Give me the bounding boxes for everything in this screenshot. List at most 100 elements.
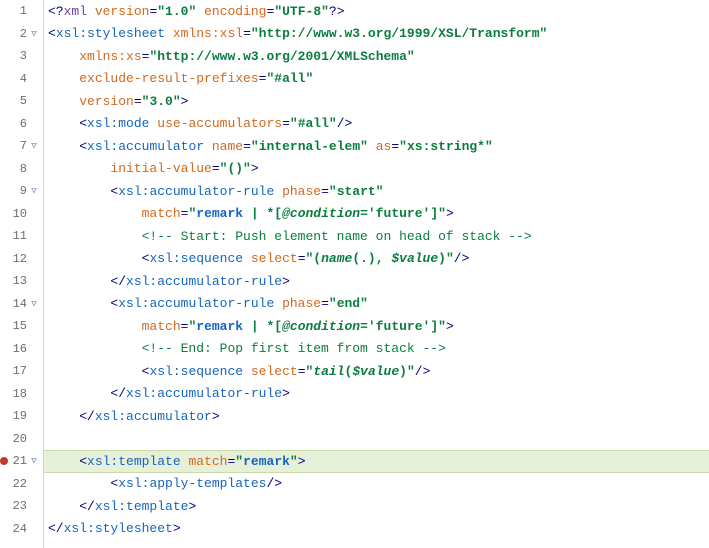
code-line[interactable]: <!-- End: Pop first item from stack -->: [44, 338, 709, 361]
gutter-line[interactable]: 18: [0, 383, 43, 406]
code-token: <: [79, 139, 87, 154]
gutter-line[interactable]: 6: [0, 113, 43, 136]
code-token: tail: [313, 364, 344, 379]
code-token: select: [251, 364, 298, 379]
line-number: 21: [13, 454, 27, 468]
code-token: xsl:accumulator-rule: [118, 184, 274, 199]
code-line[interactable]: </xsl:stylesheet>: [44, 518, 709, 541]
code-line[interactable]: <xsl:accumulator-rule phase="end": [44, 293, 709, 316]
code-token: </: [110, 386, 126, 401]
fold-marker-icon[interactable]: ▽: [29, 29, 39, 39]
gutter-line[interactable]: 20: [0, 428, 43, 451]
code-token: $value: [352, 364, 399, 379]
code-token: <: [48, 26, 56, 41]
line-number: 22: [13, 477, 27, 491]
code-line[interactable]: <xsl:accumulator-rule phase="start": [44, 180, 709, 203]
code-token: =: [259, 71, 267, 86]
code-token: [48, 364, 142, 379]
gutter-line[interactable]: 15: [0, 315, 43, 338]
fold-marker-icon[interactable]: ▽: [29, 456, 39, 466]
code-token: [48, 274, 110, 289]
gutter-line[interactable]: 23: [0, 495, 43, 518]
breakpoint-icon[interactable]: [0, 457, 8, 465]
code-line[interactable]: <xsl:apply-templates/>: [44, 473, 709, 496]
gutter-line[interactable]: 24: [0, 518, 43, 541]
line-number: 18: [13, 387, 27, 401]
line-number: 4: [20, 72, 27, 86]
code-token: initial-value: [110, 161, 211, 176]
code-token: name: [321, 251, 352, 266]
code-token: >: [181, 94, 189, 109]
code-line[interactable]: </xsl:accumulator-rule>: [44, 270, 709, 293]
fold-marker-icon[interactable]: ▽: [29, 186, 39, 196]
code-line[interactable]: <xsl:mode use-accumulators="#all"/>: [44, 113, 709, 136]
code-line[interactable]: </xsl:accumulator>: [44, 405, 709, 428]
code-token: "http://www.w3.org/2001/XMLSchema": [149, 49, 414, 64]
code-token: =: [267, 4, 275, 19]
code-token: xsl:template: [87, 454, 181, 469]
gutter-line[interactable]: 10: [0, 203, 43, 226]
gutter-line[interactable]: 19: [0, 405, 43, 428]
code-token: [48, 139, 79, 154]
line-number: 17: [13, 364, 27, 378]
gutter-line[interactable]: 16: [0, 338, 43, 361]
gutter-line[interactable]: 2▽: [0, 23, 43, 46]
gutter-line[interactable]: 9▽: [0, 180, 43, 203]
code-token: ='future']": [360, 319, 446, 334]
code-line[interactable]: exclude-result-prefixes="#all": [44, 68, 709, 91]
code-token: <: [110, 296, 118, 311]
code-line[interactable]: xmlns:xs="http://www.w3.org/2001/XMLSche…: [44, 45, 709, 68]
code-token: xsl:accumulator-rule: [118, 296, 274, 311]
code-token: xsl:stylesheet: [56, 26, 165, 41]
gutter-line[interactable]: 12: [0, 248, 43, 271]
code-line[interactable]: <xsl:sequence select="tail($value)"/>: [44, 360, 709, 383]
code-editor: 12▽34567▽89▽1011121314▽15161718192021▽22…: [0, 0, 709, 548]
fold-marker-icon[interactable]: ▽: [29, 299, 39, 309]
code-token: [196, 4, 204, 19]
gutter-line[interactable]: 11: [0, 225, 43, 248]
gutter-line[interactable]: 7▽: [0, 135, 43, 158]
code-token: | *[: [243, 319, 282, 334]
code-line[interactable]: </xsl:template>: [44, 495, 709, 518]
line-number: 12: [13, 252, 27, 266]
gutter-line[interactable]: 21▽: [0, 450, 43, 473]
gutter-line[interactable]: 14▽: [0, 293, 43, 316]
code-line[interactable]: <xsl:sequence select="(name(.), $value)"…: [44, 248, 709, 271]
gutter-line[interactable]: 13: [0, 270, 43, 293]
code-token: phase: [282, 184, 321, 199]
gutter-line[interactable]: 5: [0, 90, 43, 113]
line-number: 7: [20, 139, 27, 153]
code-token: >: [446, 206, 454, 221]
gutter-line[interactable]: 1: [0, 0, 43, 23]
code-line[interactable]: <!-- Start: Push element name on head of…: [44, 225, 709, 248]
code-line[interactable]: <xsl:accumulator name="internal-elem" as…: [44, 135, 709, 158]
code-area[interactable]: <?xml version="1.0" encoding="UTF-8"?><x…: [44, 0, 709, 548]
fold-marker-icon[interactable]: ▽: [29, 141, 39, 151]
code-line[interactable]: match="remark | *[@condition='future']">: [44, 203, 709, 226]
line-number: 1: [20, 4, 27, 18]
code-token: >: [298, 454, 306, 469]
code-line[interactable]: <xsl:template match="remark">: [44, 450, 709, 473]
gutter-line[interactable]: 22: [0, 473, 43, 496]
code-line[interactable]: <xsl:stylesheet xmlns:xsl="http://www.w3…: [44, 23, 709, 46]
code-line[interactable]: [44, 428, 709, 451]
line-number: 24: [13, 522, 27, 536]
code-line[interactable]: match="remark | *[@condition='future']">: [44, 315, 709, 338]
gutter-line[interactable]: 3: [0, 45, 43, 68]
code-token: =: [321, 184, 329, 199]
code-token: xmlns:xsl: [173, 26, 243, 41]
code-token: @condition: [282, 206, 360, 221]
code-line[interactable]: </xsl:accumulator-rule>: [44, 383, 709, 406]
gutter-line[interactable]: 4: [0, 68, 43, 91]
code-token: </: [110, 274, 126, 289]
code-token: >: [446, 319, 454, 334]
code-token: [204, 139, 212, 154]
gutter-line[interactable]: 8: [0, 158, 43, 181]
code-token: [48, 161, 110, 176]
code-token: <: [110, 476, 118, 491]
code-line[interactable]: initial-value="()">: [44, 158, 709, 181]
code-line[interactable]: <?xml version="1.0" encoding="UTF-8"?>: [44, 0, 709, 23]
code-token: [48, 476, 110, 491]
code-line[interactable]: version="3.0">: [44, 90, 709, 113]
gutter-line[interactable]: 17: [0, 360, 43, 383]
